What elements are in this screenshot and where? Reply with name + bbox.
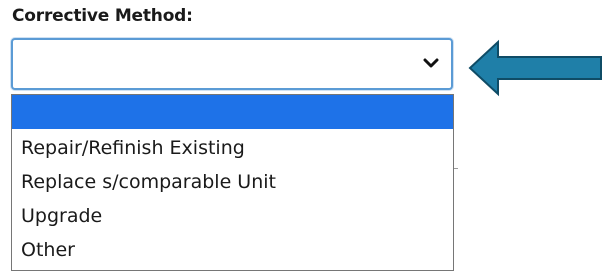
option-blank[interactable] xyxy=(12,95,453,129)
dropdown-list: Repair/Refinish Existing Replace s/compa… xyxy=(11,94,454,271)
option-repair-refinish-existing[interactable]: Repair/Refinish Existing xyxy=(12,131,453,165)
chevron-down-icon xyxy=(423,58,439,68)
left-arrow-icon xyxy=(468,39,602,97)
field-label: Corrective Method: xyxy=(12,6,193,26)
option-replace-comparable-unit[interactable]: Replace s/comparable Unit xyxy=(12,165,453,199)
corrective-method-select[interactable] xyxy=(11,38,453,90)
divider xyxy=(454,168,458,169)
page: Corrective Method: Repair/Refinish Exist… xyxy=(0,0,606,274)
option-upgrade[interactable]: Upgrade xyxy=(12,199,453,233)
option-other[interactable]: Other xyxy=(12,233,453,267)
